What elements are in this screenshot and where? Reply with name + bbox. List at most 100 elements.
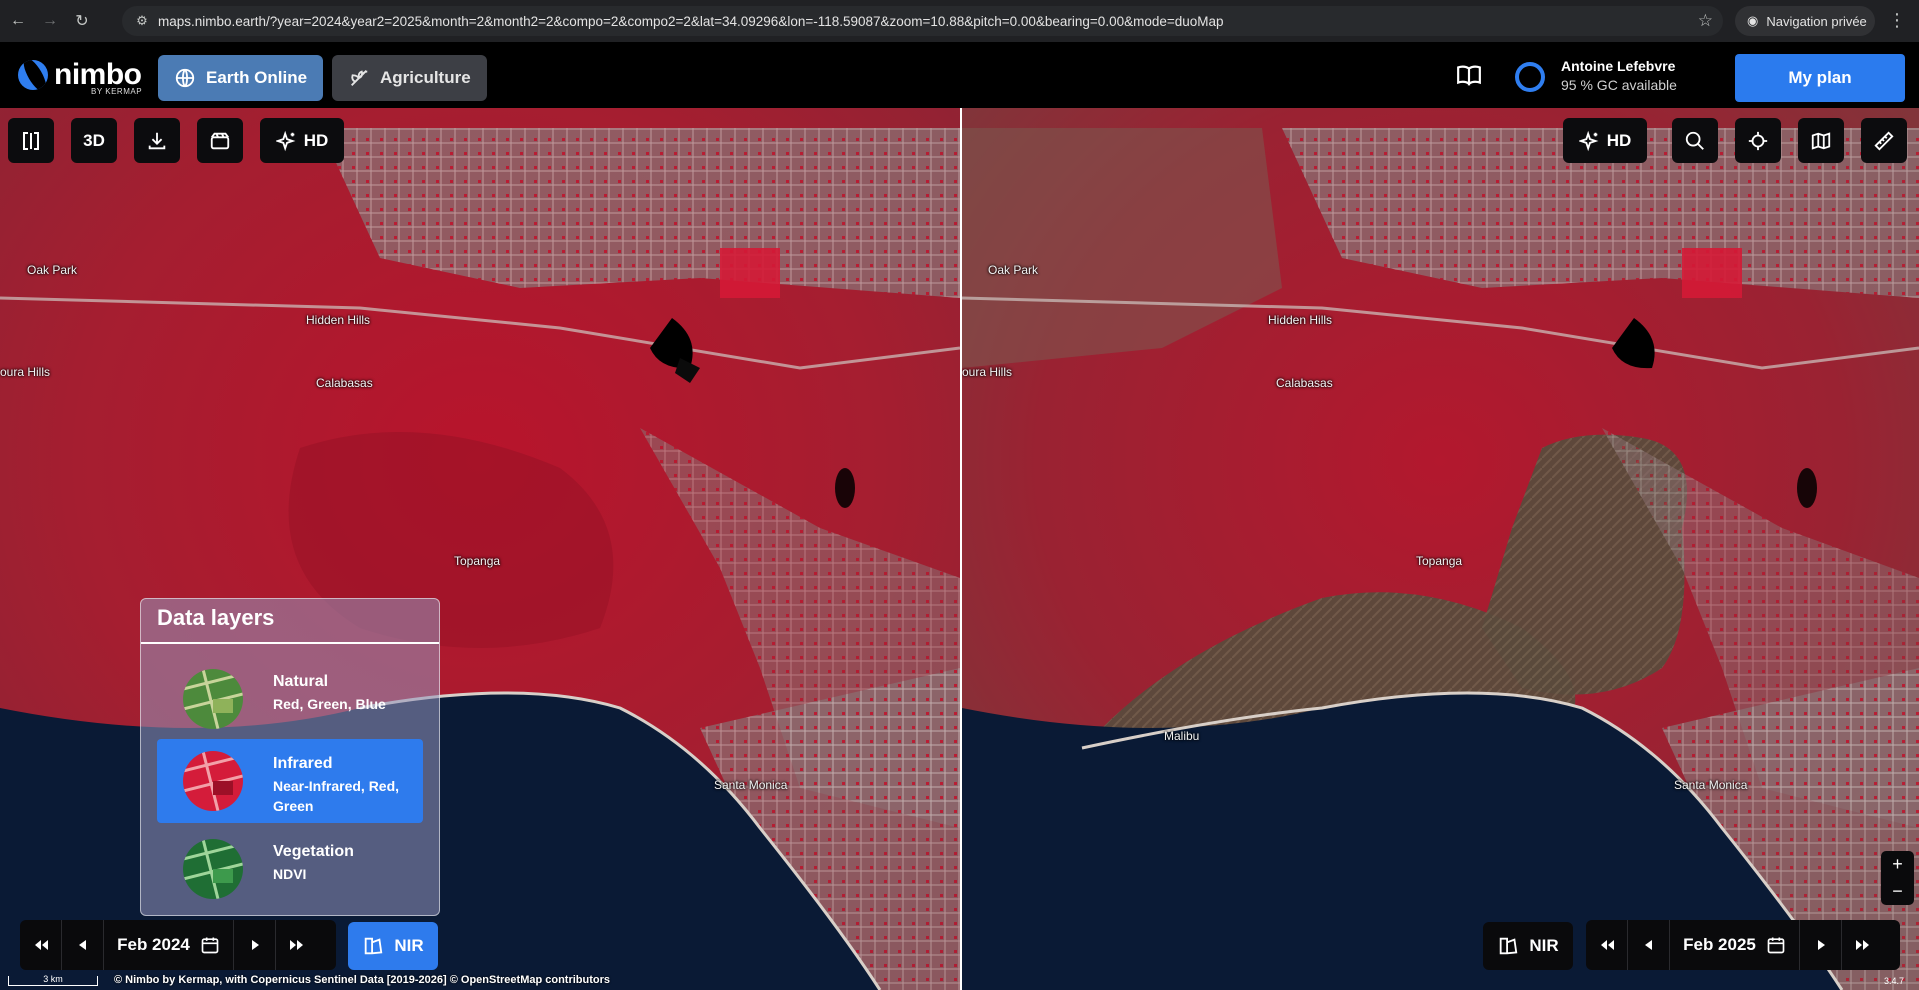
calendar-icon [201,937,219,954]
layer-desc: Near-Infrared, Red, Green [273,778,400,814]
browser-toolbar: ← → ↻ ⚙ maps.nimbo.earth/?year=2024&year… [0,0,1919,42]
chevron-right-icon [251,940,259,950]
satellite-imagery-right [962,108,1919,990]
place-label-hidden-hills: Hidden Hills [306,313,371,327]
basemap-button[interactable] [1798,118,1844,163]
bookmark-star-icon[interactable]: ☆ [1698,11,1713,31]
layer-option-natural[interactable]: Natural Red, Green, Blue [157,657,423,741]
jump-forward-button[interactable] [1842,920,1884,970]
jump-back-button[interactable] [1586,920,1628,970]
layer-name: Vegetation [273,843,354,860]
globe-icon [175,68,195,88]
logo-text: nimbo [54,58,142,91]
place-label-topanga: Topanga [454,554,501,568]
place-label-oak-park: Oak Park [27,263,78,277]
layer-select-left[interactable]: NIR [348,922,438,970]
layer-name: Infrared [273,755,333,772]
data-layers-panel: Data layers Natural Red, Green, Blue Inf… [140,598,440,916]
jump-back-button[interactable] [20,920,62,970]
documentation-book-icon[interactable] [1456,62,1486,92]
layer-option-infrared[interactable]: Infrared Near-Infrared, Red, Green [157,739,423,823]
date-picker[interactable]: Feb 2025 [1670,920,1800,970]
site-settings-icon[interactable]: ⚙ [134,13,150,29]
place-label-calabasas: Calabasas [1276,376,1333,390]
ruler-icon [1874,130,1894,151]
hd-button-right[interactable]: HD [1563,118,1647,163]
layer-desc: NDVI [273,866,307,882]
zoom-out-button[interactable]: − [1881,878,1914,905]
timeline-right: Feb 2025 [1586,920,1900,970]
double-chevron-left-icon [1600,940,1614,950]
tab-label: Earth Online [206,68,308,87]
user-name[interactable]: Antoine Lefebvre [1561,58,1675,74]
download-button[interactable] [134,118,180,163]
plant-icon [351,70,368,86]
natural-thumbnail-icon [183,669,243,729]
data-layers-title: Data layers [157,605,275,630]
step-back-button[interactable] [62,920,104,970]
browser-menu-icon[interactable]: ⋮ [1887,10,1907,31]
layers-icon [1500,937,1518,955]
layer-option-vegetation[interactable]: Vegetation NDVI [157,827,423,911]
address-bar[interactable]: ⚙ maps.nimbo.earth/?year=2024&year2=2025… [122,6,1723,36]
date-label: Feb 2024 [117,935,190,954]
step-back-button[interactable] [1628,920,1670,970]
double-chevron-right-icon [1856,940,1869,950]
incognito-icon: ◉ [1747,13,1759,28]
place-label-calabasas: Calabasas [316,376,373,390]
3d-button[interactable]: 3D [71,118,117,163]
calendar-icon [1767,937,1785,954]
place-label-hidden-hills: Hidden Hills [1268,313,1333,327]
place-label-agoura-hills: oura Hills [0,365,51,379]
credits-ring-icon [1515,62,1545,92]
forward-icon[interactable]: → [36,7,64,35]
back-icon[interactable]: ← [4,7,32,35]
measure-button[interactable] [1861,118,1907,163]
search-button[interactable] [1672,118,1718,163]
tab-agriculture[interactable]: Agriculture [332,55,487,101]
reload-icon[interactable]: ↻ [68,7,96,35]
layer-select-right[interactable]: NIR [1483,922,1573,970]
map-right-2025[interactable]: Oak Park Hidden Hills oura Hills Calabas… [962,108,1919,990]
hd-button-left[interactable]: HD [260,118,344,163]
scale-bar: 3 km [8,975,98,986]
jump-forward-button[interactable] [276,920,318,970]
user-credits: 95 % GC available [1561,77,1677,93]
split-view-button[interactable] [8,118,54,163]
url-text: maps.nimbo.earth/?year=2024&year2=2025&m… [158,13,1224,29]
chevron-left-icon [78,940,86,950]
double-chevron-right-icon [290,940,303,950]
date-label: Feb 2025 [1683,935,1756,954]
zoom-in-button[interactable]: + [1881,851,1914,878]
search-icon [1685,131,1704,150]
step-forward-button[interactable] [234,920,276,970]
private-label: Navigation privée [1766,13,1867,29]
step-forward-button[interactable] [1800,920,1842,970]
date-picker[interactable]: Feb 2024 [104,920,234,970]
sparkle-icon [275,130,296,151]
my-plan-button[interactable]: My plan [1735,54,1905,102]
timeline-left: Feb 2024 [20,920,336,970]
version-label: 3.4.7 [1884,976,1905,986]
vegetation-thumbnail-icon [183,839,243,899]
locate-button[interactable] [1735,118,1781,163]
crosshair-icon [1748,131,1768,150]
nimbo-logo[interactable]: nimbo BY KERMAP [18,58,142,96]
map-icon [1811,131,1831,150]
private-browsing-chip[interactable]: ◉ Navigation privée [1735,6,1875,36]
title-divider [141,642,439,644]
hd-label: HD [303,130,329,150]
chevron-right-icon [1817,940,1825,950]
place-label-topanga: Topanga [1416,554,1463,568]
timelapse-button[interactable] [197,118,243,163]
hd-label: HD [1606,130,1632,150]
layer-label: NIR [1529,936,1559,955]
place-label-oak-park: Oak Park [988,263,1039,277]
split-view-icon [23,131,39,150]
tab-earth-online[interactable]: Earth Online [158,55,323,101]
chevron-left-icon [1644,940,1652,950]
place-label-agoura-hills: oura Hills [962,365,1013,379]
download-icon [148,132,166,149]
logo-subtitle: BY KERMAP [91,87,143,96]
double-chevron-left-icon [34,940,48,950]
